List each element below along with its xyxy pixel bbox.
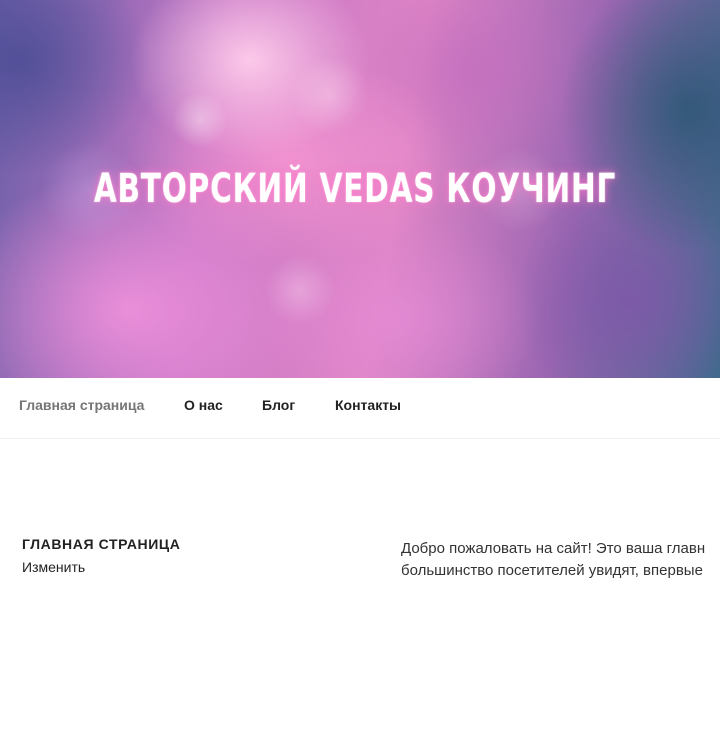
site-title[interactable]: АВТОРСКИЙ VEDAS КОУЧИНГ [64,166,646,212]
nav-item-home[interactable]: Главная страница [19,397,144,413]
page-content: Добро пожаловать на сайт! Это ваша главн… [401,538,720,582]
page: АВТОРСКИЙ VEDAS КОУЧИНГ Главная страница… [0,0,720,756]
nav-item-about[interactable]: О нас [184,397,223,413]
nav-item-contacts[interactable]: Контакты [335,397,401,413]
site-header-hero: АВТОРСКИЙ VEDAS КОУЧИНГ [0,0,720,378]
nav-item-blog[interactable]: Блог [262,397,295,413]
content-line: большинство посетителей увидят, впервые [401,562,703,579]
edit-link[interactable]: Изменить [22,559,85,575]
content-line: Добро пожаловать на сайт! Это ваша главн [401,540,706,557]
main-navigation: Главная страница О нас Блог Контакты [0,378,720,439]
page-title: ГЛАВНАЯ СТРАНИЦА [22,536,181,552]
